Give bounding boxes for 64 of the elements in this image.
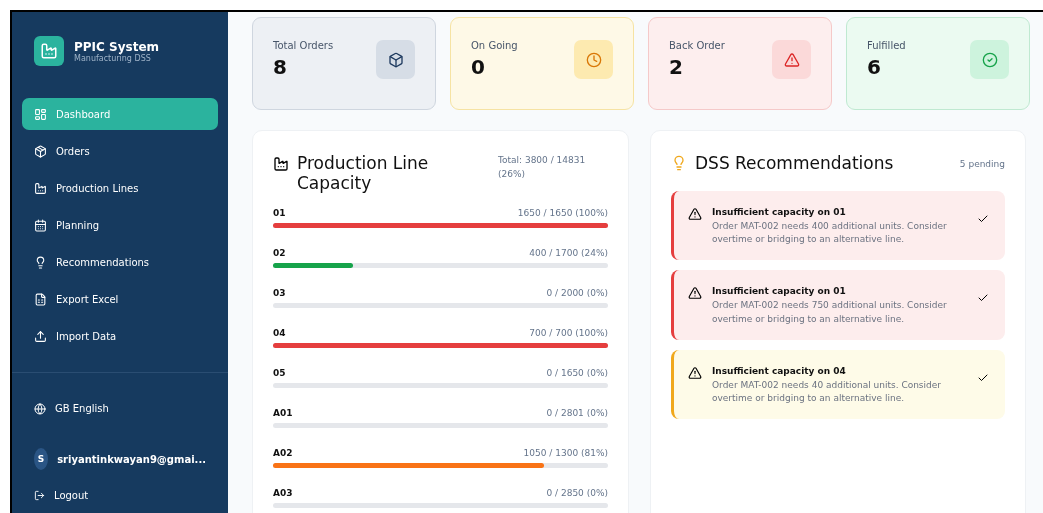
recommendation-title: Insufficient capacity on 04: [712, 365, 847, 376]
upload-icon: [34, 329, 47, 343]
file-icon: [34, 292, 47, 306]
logout-icon: [34, 490, 45, 502]
line-reading: 1050 / 1300 (81%): [523, 447, 608, 458]
box-icon: [376, 40, 415, 79]
line-name: 01: [273, 207, 286, 218]
nav-item[interactable]: Planning: [22, 209, 218, 242]
line-name: A01: [273, 407, 293, 418]
pending-count: 5 pending: [959, 158, 1005, 171]
bulb-icon: [671, 155, 687, 171]
package-icon: [34, 144, 47, 158]
panel-title: DSS Recommendations: [695, 153, 894, 174]
line-name: A02: [273, 447, 293, 458]
calendar-icon: [34, 218, 47, 232]
line-name: 02: [273, 247, 286, 258]
line-reading: 700 / 700 (100%): [529, 327, 608, 338]
app-title: PPIC System: [74, 39, 160, 54]
warning-icon: [772, 40, 811, 79]
nav-item[interactable]: Import Data: [22, 320, 218, 353]
factory-icon: [34, 181, 47, 195]
user-avatar: S: [34, 448, 49, 471]
stat-value: 0: [471, 55, 486, 79]
line-name: 03: [273, 287, 286, 298]
language-button[interactable]: GB English: [55, 403, 109, 415]
recommendation-title: Insufficient capacity on 01: [712, 286, 847, 297]
stat-label: Total Orders: [273, 40, 334, 51]
globe-icon: [34, 402, 46, 415]
line-reading: 1650 / 1650 (100%): [517, 207, 608, 218]
stat-label: Back Order: [669, 40, 725, 51]
recommendation-text: Order MAT-002 needs 40 additional units. Consider overtime or bridging to an alternative line.: [712, 378, 942, 405]
stat-label: On Going: [471, 40, 518, 51]
factory-logo-icon: [34, 36, 64, 67]
factory-icon: [273, 156, 289, 172]
clock-icon: [574, 40, 613, 79]
logout-link[interactable]: Logout: [54, 490, 89, 502]
line-reading: 0 / 2801 (0%): [546, 407, 608, 418]
nav-item[interactable]: Production Lines: [22, 172, 218, 205]
stat-label: Fulfilled: [867, 40, 906, 51]
recommendation-text: Order MAT-002 needs 400 additional units. Consider overtime or bridging to an alternative line.: [712, 220, 948, 247]
line-name: A03: [273, 487, 293, 498]
warning-icon: [688, 365, 702, 380]
line-name: 04: [273, 327, 286, 338]
user-email: sriyantinkwayan9@gmai...: [57, 453, 206, 465]
nav-item[interactable]: Export Excel: [22, 283, 218, 316]
bulb-icon: [34, 255, 47, 269]
stat-value: 6: [867, 55, 882, 79]
line-name: 05: [273, 367, 286, 378]
nav-item[interactable]: Orders: [22, 135, 218, 168]
warning-icon: [688, 286, 702, 301]
app-subtitle: Manufacturing DSS: [74, 53, 151, 63]
line-reading: 0 / 2000 (0%): [546, 287, 608, 298]
line-reading: 400 / 1700 (24%): [529, 247, 608, 258]
stat-value: 8: [273, 55, 288, 79]
line-reading: 0 / 1650 (0%): [546, 367, 608, 378]
warning-icon: [688, 207, 702, 222]
recommendation-text: Order MAT-002 needs 750 additional units. Consider overtime or bridging to an alternative line.: [712, 299, 948, 326]
capacity-total: Total: 3800 / 14831 (26%): [498, 154, 587, 182]
nav-item[interactable]: Recommendations: [22, 246, 218, 279]
stat-value: 2: [669, 55, 684, 79]
dashboard-icon: [34, 107, 47, 121]
line-reading: 0 / 2850 (0%): [546, 487, 608, 498]
recommendation-title: Insufficient capacity on 01: [712, 207, 847, 218]
panel-title: Production Line Capacity: [297, 153, 430, 194]
